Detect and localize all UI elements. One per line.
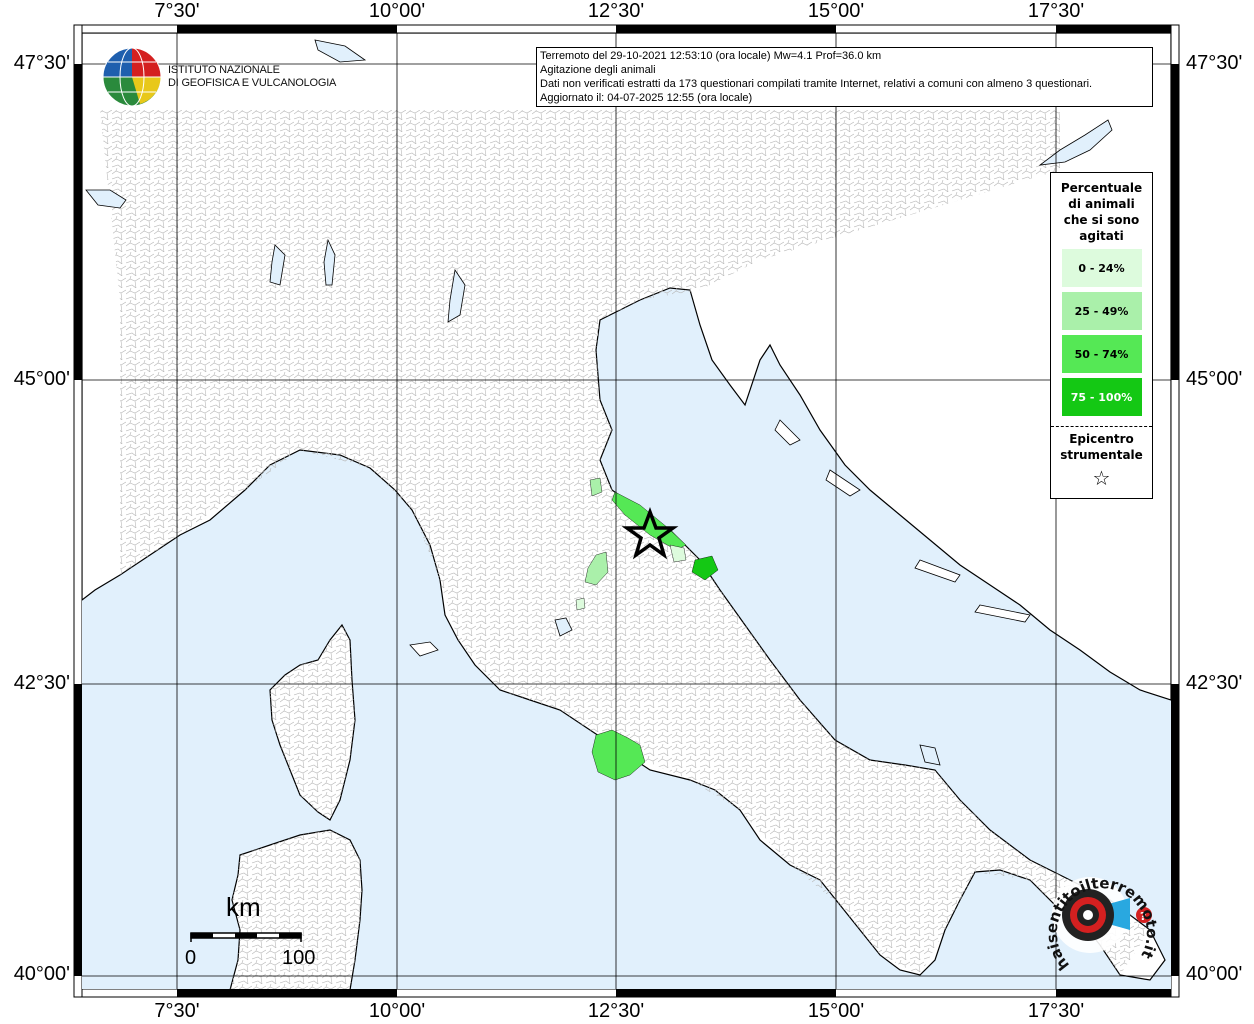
- scale-start: 0: [185, 947, 197, 969]
- ingv-line-1: ISTITUTO NAZIONALE: [168, 64, 280, 76]
- star-icon: ☆: [1092, 466, 1111, 490]
- info-earthquake: Terremoto del 29-10-2021 12:53:10 (ora l…: [540, 50, 882, 62]
- legend-separator: [1051, 426, 1152, 427]
- ingv-logo-text: ISTITUTO NAZIONALE DI GEOFISICA E VULCAN…: [168, 64, 336, 90]
- legend-item-0-24: 0 - 24%: [1061, 249, 1142, 287]
- earthquake-info-box: Terremoto del 29-10-2021 12:53:10 (ora l…: [536, 47, 1153, 107]
- legend-title: Percentuale di animali che si sono agita…: [1060, 181, 1143, 243]
- info-updated: Aggiornato il: 04-07-2025 12:55 (ora loc…: [540, 92, 753, 104]
- info-disclaimer: Dati non verificati estratti da 173 ques…: [540, 78, 1093, 90]
- comune-pale-2: [575, 597, 586, 611]
- info-subject: Agitazione degli animali: [540, 64, 656, 76]
- scale-unit: km: [226, 892, 261, 922]
- legend-item-25-49: 25 - 49%: [1061, 292, 1142, 330]
- ingv-globe-logo: [102, 47, 162, 107]
- scale-end: 100: [282, 947, 316, 969]
- legend-item-50-74: 50 - 74%: [1061, 335, 1142, 373]
- legend: Percentuale di animali che si sono agita…: [1050, 172, 1153, 499]
- legend-epicenter-label: Epicentro strumentale: [1060, 432, 1143, 462]
- legend-item-75-100: 75 - 100%: [1061, 378, 1142, 416]
- ingv-line-2: DI GEOFISICA E VULCANOLOGIA: [168, 77, 337, 89]
- map-canvas[interactable]: ? haisentitoilterremoto.it: [0, 0, 1254, 1024]
